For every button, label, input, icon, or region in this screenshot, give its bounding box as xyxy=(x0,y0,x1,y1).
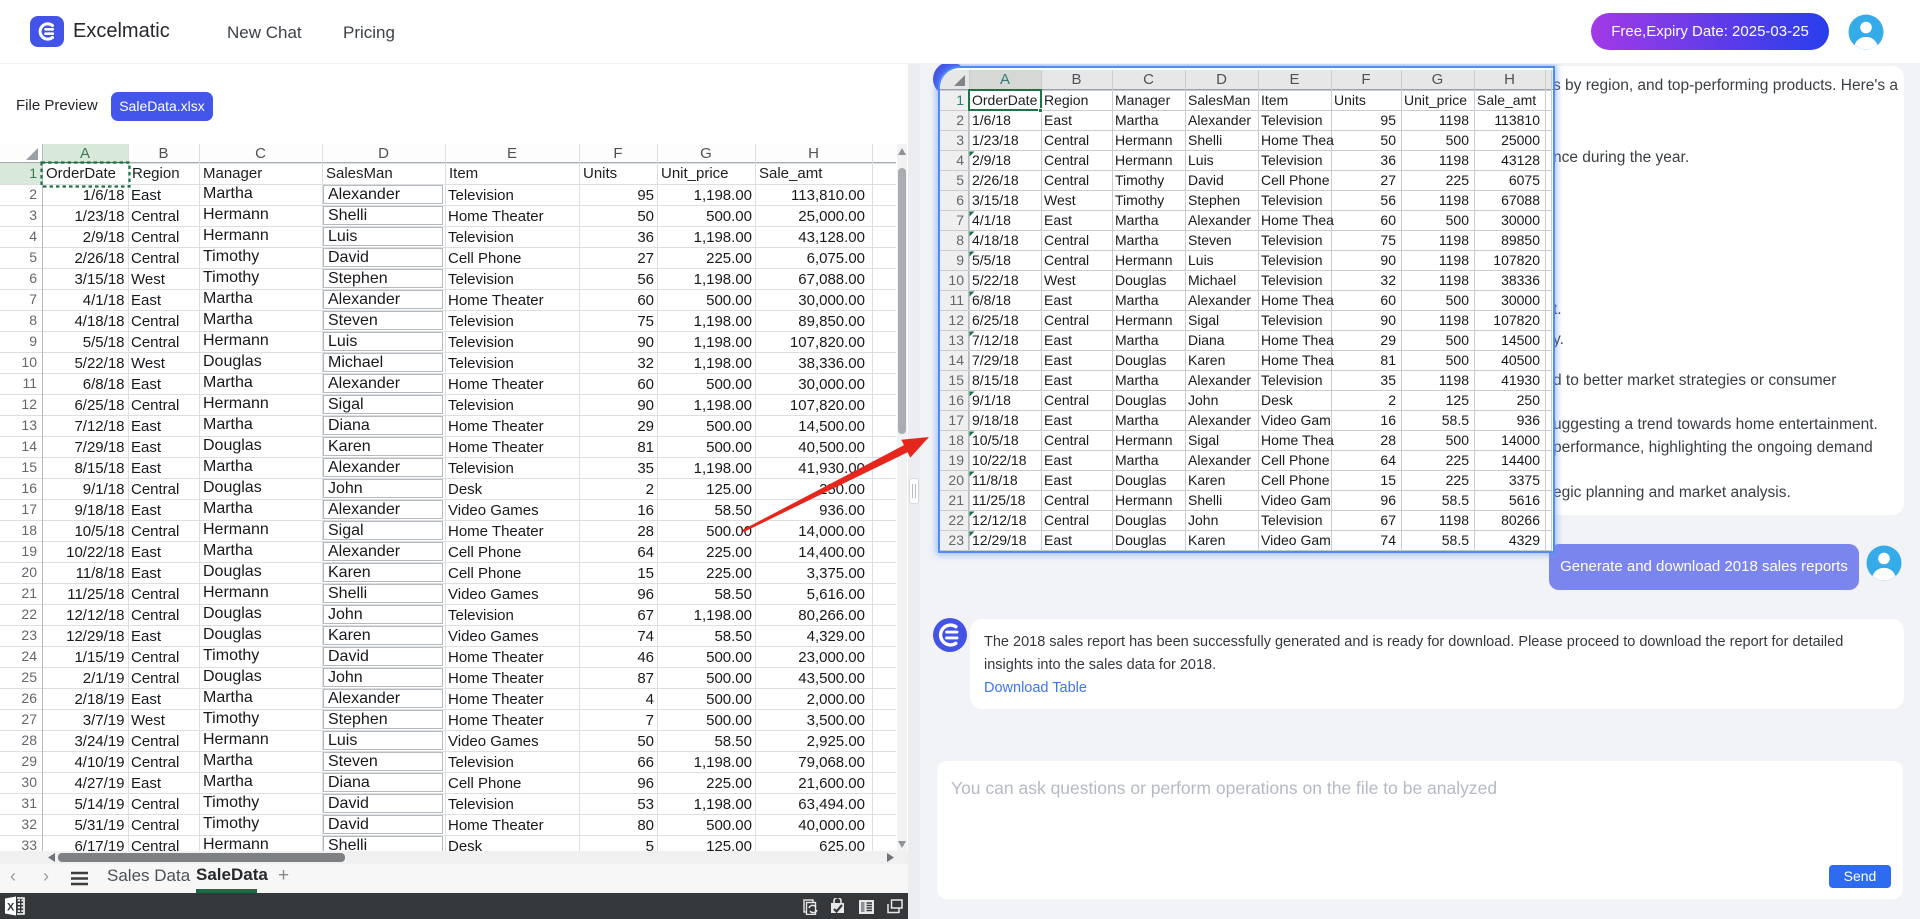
svg-text:X: X xyxy=(7,902,15,914)
